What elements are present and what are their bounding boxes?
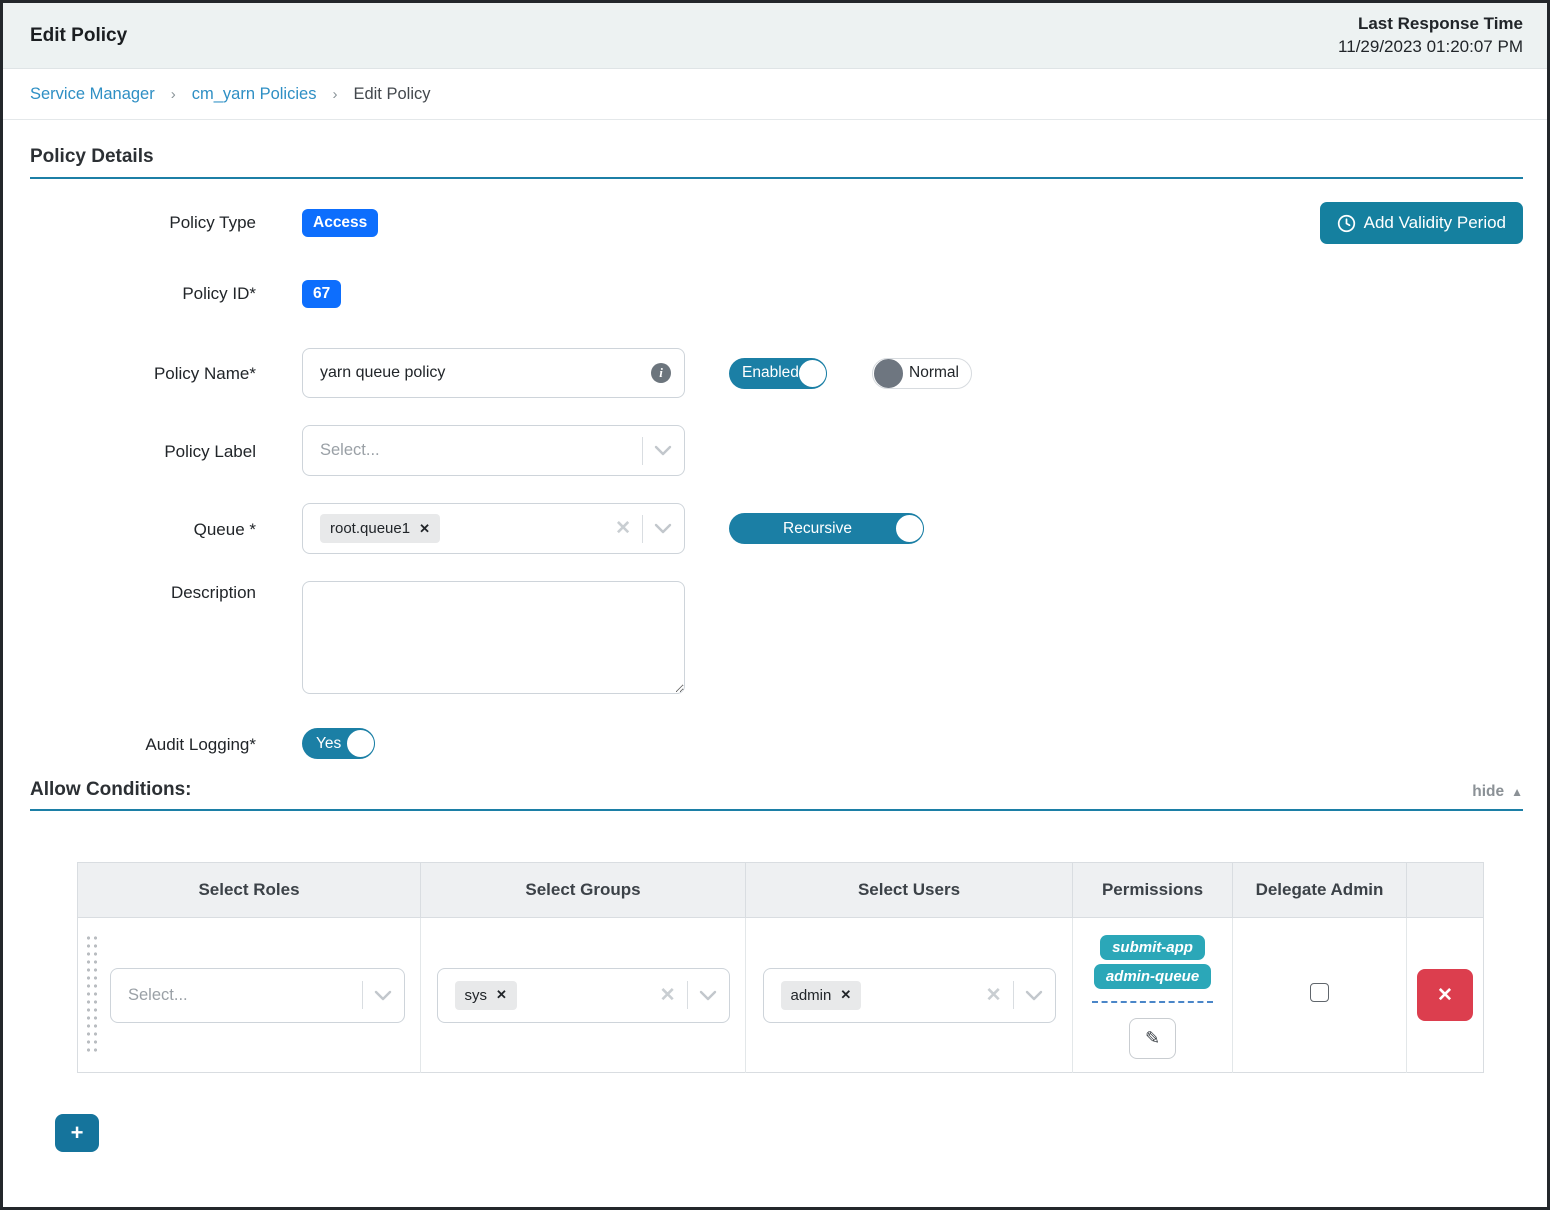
edit-permissions-button[interactable]: ✎	[1129, 1018, 1176, 1059]
toggle-knob	[874, 359, 903, 388]
policy-name-input[interactable]	[302, 348, 685, 398]
policy-label-label: Policy Label	[30, 440, 256, 462]
header-select-roles: Select Roles	[78, 863, 421, 918]
plus-icon: +	[71, 1120, 84, 1145]
table-header-row: Select Roles Select Groups Select Users …	[78, 863, 1484, 918]
clear-all-icon[interactable]: ✕	[660, 984, 676, 1007]
permissions-list: submit-app admin-queue	[1092, 931, 1213, 1003]
chip-remove-icon[interactable]: ✕	[419, 521, 430, 537]
group-chip-label: sys	[465, 987, 488, 1004]
breadcrumb: Service Manager › cm_yarn Policies › Edi…	[3, 69, 1547, 120]
select-divider	[1013, 981, 1014, 1009]
last-response-value: 11/29/2023 01:20:07 PM	[1338, 36, 1523, 59]
header-select-users: Select Users	[746, 863, 1073, 918]
policy-label-placeholder: Select...	[320, 441, 642, 460]
header-select-groups: Select Groups	[421, 863, 746, 918]
breadcrumb-separator-icon: ›	[171, 86, 176, 103]
policy-name-label: Policy Name*	[30, 362, 256, 384]
breadcrumb-separator-icon: ›	[332, 86, 337, 103]
select-roles-placeholder: Select...	[128, 986, 362, 1005]
policy-details-form: Add Validity Period Policy Type Access P…	[30, 179, 1523, 759]
chevron-down-icon	[699, 990, 717, 1001]
page-header: Edit Policy Last Response Time 11/29/202…	[3, 3, 1547, 69]
chevron-down-icon	[654, 523, 672, 534]
audit-logging-toggle[interactable]: Yes	[302, 728, 375, 759]
table-row: Select... sys ✕ ✕	[78, 918, 1484, 1073]
recursive-toggle-label: Recursive	[783, 520, 852, 538]
hide-link-label: hide	[1472, 783, 1504, 801]
allow-conditions-heading: Allow Conditions:	[30, 779, 191, 801]
breadcrumb-current: Edit Policy	[353, 85, 430, 104]
select-divider	[687, 981, 688, 1009]
breadcrumb-service-manager[interactable]: Service Manager	[30, 85, 155, 104]
policy-details-heading: Policy Details	[30, 146, 1523, 179]
chevron-down-icon	[374, 990, 392, 1001]
group-chip: sys ✕	[455, 981, 517, 1010]
chevron-down-icon	[1025, 990, 1043, 1001]
breadcrumb-cm-yarn-policies[interactable]: cm_yarn Policies	[192, 85, 317, 104]
description-label: Description	[30, 581, 256, 603]
page-title: Edit Policy	[30, 25, 127, 47]
policy-label-select[interactable]: Select...	[302, 425, 685, 476]
select-roles-dropdown[interactable]: Select...	[110, 968, 405, 1023]
chip-remove-icon[interactable]: ✕	[840, 987, 851, 1003]
select-divider	[642, 437, 643, 465]
clear-all-icon[interactable]: ✕	[986, 984, 1002, 1007]
delete-row-button[interactable]: ✕	[1417, 969, 1473, 1021]
select-divider	[642, 515, 643, 543]
clock-icon	[1337, 214, 1356, 233]
policy-id-label: Policy ID*	[30, 280, 256, 304]
policy-type-badge: Access	[302, 209, 378, 237]
enabled-toggle[interactable]: Enabled	[729, 358, 827, 389]
header-actions	[1407, 863, 1484, 918]
description-textarea[interactable]	[302, 581, 685, 694]
policy-id-badge: 67	[302, 280, 341, 308]
toggle-knob	[895, 514, 924, 543]
toggle-knob	[346, 729, 375, 758]
policy-type-label: Policy Type	[30, 209, 256, 233]
hide-section-link[interactable]: hide ▲	[1472, 783, 1523, 801]
add-validity-period-label: Add Validity Period	[1364, 213, 1506, 233]
add-condition-row-button[interactable]: +	[55, 1114, 99, 1152]
audit-logging-label: Audit Logging*	[30, 733, 256, 755]
audit-logging-toggle-label: Yes	[316, 735, 341, 753]
delegate-admin-checkbox[interactable]	[1310, 983, 1329, 1002]
enabled-toggle-label: Enabled	[742, 364, 799, 382]
caret-up-icon: ▲	[1511, 785, 1523, 799]
select-users-multiselect[interactable]: admin ✕ ✕	[763, 968, 1056, 1023]
queue-multiselect[interactable]: root.queue1 ✕ ✕	[302, 503, 685, 554]
header-permissions: Permissions	[1073, 863, 1233, 918]
normal-toggle-label: Normal	[909, 364, 959, 382]
normal-override-toggle[interactable]: Normal	[872, 358, 972, 389]
last-response-time: Last Response Time 11/29/2023 01:20:07 P…	[1338, 13, 1523, 59]
permission-badge: admin-queue	[1094, 964, 1211, 989]
chevron-down-icon	[654, 445, 672, 456]
clear-all-icon[interactable]: ✕	[615, 517, 631, 540]
info-icon: i	[651, 363, 671, 383]
delete-x-icon: ✕	[1437, 985, 1453, 1006]
queue-chip-label: root.queue1	[330, 520, 410, 537]
recursive-toggle[interactable]: Recursive	[729, 513, 924, 544]
header-delegate-admin: Delegate Admin	[1233, 863, 1407, 918]
queue-label: Queue *	[30, 518, 256, 540]
pencil-icon: ✎	[1145, 1028, 1160, 1049]
drag-handle[interactable]	[85, 934, 99, 1056]
user-chip-label: admin	[791, 987, 832, 1004]
allow-conditions-table: Select Roles Select Groups Select Users …	[77, 862, 1484, 1073]
select-groups-multiselect[interactable]: sys ✕ ✕	[437, 968, 730, 1023]
queue-chip: root.queue1 ✕	[320, 514, 440, 543]
toggle-knob	[798, 359, 827, 388]
add-validity-period-button[interactable]: Add Validity Period	[1320, 202, 1523, 244]
permission-badge: submit-app	[1100, 935, 1205, 960]
select-divider	[362, 981, 363, 1009]
user-chip: admin ✕	[781, 981, 862, 1010]
chip-remove-icon[interactable]: ✕	[496, 987, 507, 1003]
last-response-label: Last Response Time	[1338, 13, 1523, 36]
